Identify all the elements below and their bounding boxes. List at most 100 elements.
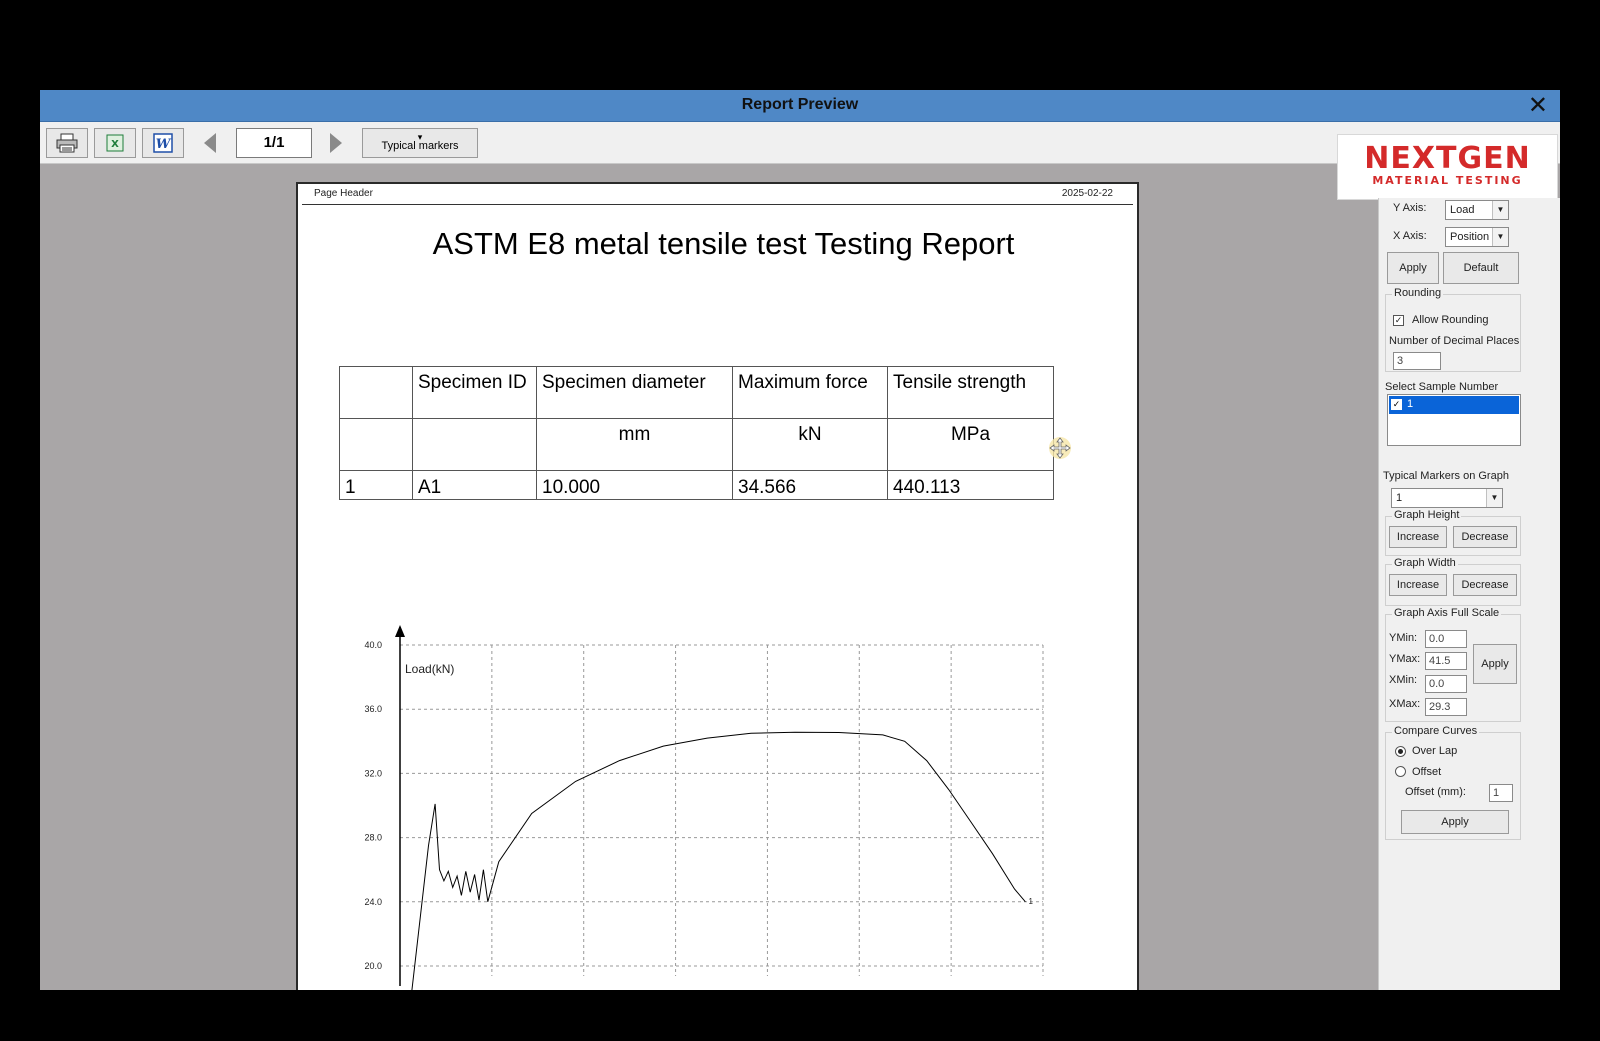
default-button[interactable]: Default	[1443, 252, 1519, 284]
compare-curves-legend: Compare Curves	[1392, 725, 1480, 737]
apply-scale-button[interactable]: Apply	[1473, 644, 1517, 684]
apply-axis-button[interactable]: Apply	[1387, 252, 1439, 284]
offset-radio[interactable]	[1395, 766, 1406, 777]
typical-markers-select[interactable]: 1 ▼	[1391, 488, 1503, 508]
settings-panel: Y Axis: Load ▼ X Axis: Position ▼ Apply …	[1378, 198, 1560, 990]
report-page: Page Header 2025-02-22 ASTM E8 metal ten…	[296, 182, 1139, 990]
toolbar: X W 1/1 ▾ Typical markers	[40, 122, 1560, 164]
offset-mm-label: Offset (mm):	[1405, 786, 1466, 798]
graph-height-legend: Graph Height	[1392, 509, 1462, 521]
next-page-button[interactable]	[316, 128, 356, 158]
ymax-label: YMax:	[1389, 653, 1421, 665]
apply-compare-button[interactable]: Apply	[1401, 810, 1509, 834]
y-axis-value: Load	[1450, 204, 1475, 216]
table-header-row: Specimen ID Specimen diameter Maximum fo…	[339, 366, 1054, 419]
typical-markers-value: 1	[1396, 492, 1403, 504]
overlap-radio[interactable]	[1395, 746, 1406, 757]
header-cell: Specimen diameter	[536, 366, 733, 419]
results-table: Specimen ID Specimen diameter Maximum fo…	[339, 366, 1054, 500]
allow-rounding-label: Allow Rounding	[1412, 314, 1489, 326]
report-date: 2025-02-22	[1061, 188, 1113, 199]
table-cell: 1	[339, 470, 413, 500]
y-axis-label: Load(kN)	[405, 662, 454, 676]
select-sample-label: Select Sample Number	[1385, 381, 1499, 393]
report-title: ASTM E8 metal tensile test Testing Repor…	[432, 226, 1015, 261]
curve-end-marker-label: 1	[1028, 897, 1033, 906]
y-axis-label: Y Axis:	[1393, 202, 1427, 214]
header-cell: Tensile strength	[887, 366, 1054, 419]
header-cell: Maximum force	[732, 366, 888, 419]
graph-width-legend: Graph Width	[1392, 557, 1458, 569]
table-cell: 34.566	[732, 470, 888, 500]
xmin-label: XMin:	[1389, 674, 1418, 686]
xmax-input[interactable]: 29.3	[1425, 698, 1467, 716]
sample-listbox[interactable]: ✓ 1	[1387, 394, 1521, 446]
y-tick-label: 28.0	[364, 833, 382, 843]
width-increase-button[interactable]: Increase	[1389, 574, 1447, 596]
xmax-label: XMax:	[1389, 698, 1421, 710]
previous-page-button[interactable]	[190, 128, 230, 158]
width-decrease-button[interactable]: Decrease	[1453, 574, 1517, 596]
sample-item-label: 1	[1407, 398, 1414, 410]
load-position-chart: 40.0 36.0 32.0 28.0 24.0 20.0 Load(kN) 1	[364, 625, 1044, 990]
decimal-places-input[interactable]: 3	[1393, 352, 1441, 370]
arrow-left-icon	[204, 133, 216, 153]
typical-markers-button[interactable]: ▾ Typical markers	[362, 128, 478, 158]
ymin-input[interactable]: 0.0	[1425, 630, 1467, 648]
y-axis-arrow	[395, 625, 405, 637]
sample-list-item[interactable]: ✓ 1	[1389, 396, 1519, 414]
height-increase-button[interactable]: Increase	[1389, 526, 1447, 548]
table-row: 1 A1 10.000 34.566 440.113	[339, 470, 1054, 500]
y-tick-label: 36.0	[364, 704, 382, 714]
header-cell: Specimen ID	[412, 366, 537, 419]
overlap-label: Over Lap	[1412, 745, 1458, 757]
y-tick-label: 24.0	[364, 897, 382, 907]
window-title: Report Preview	[741, 96, 859, 113]
report-preview-window: Report Preview ✕ X W 1/1 ▾ Typical marke…	[40, 90, 1560, 990]
x-axis-value: Position	[1450, 231, 1490, 243]
height-decrease-button[interactable]: Decrease	[1453, 526, 1517, 548]
unit-cell: kN	[732, 418, 888, 471]
dropdown-arrow-icon: ▼	[1492, 228, 1508, 246]
table-units-row: mm kN MPa	[339, 418, 1054, 471]
header-cell	[339, 366, 413, 419]
ymax-input[interactable]: 41.5	[1425, 652, 1467, 670]
logo-line2: MATERIAL TESTING	[1372, 174, 1523, 187]
export-excel-button[interactable]: X	[94, 128, 136, 158]
unit-cell: mm	[536, 418, 733, 471]
svg-text:X: X	[111, 139, 119, 150]
arrow-right-icon	[330, 133, 342, 153]
print-button[interactable]	[46, 128, 88, 158]
export-word-button[interactable]: W	[142, 128, 184, 158]
y-tick-label: 20.0	[364, 961, 382, 971]
page-header: Page Header	[314, 188, 373, 199]
unit-cell	[339, 418, 413, 471]
y-tick-label: 32.0	[364, 768, 382, 778]
table-cell: 10.000	[536, 470, 733, 500]
word-icon: W	[153, 133, 173, 153]
allow-rounding-checkbox[interactable]: ✓	[1393, 315, 1404, 326]
logo-line1: NEXTGEN	[1364, 141, 1531, 176]
table-cell: 440.113	[887, 470, 1054, 500]
title-bar: Report Preview ✕	[40, 90, 1560, 122]
unit-cell: MPa	[887, 418, 1054, 471]
offset-mm-input[interactable]: 1	[1489, 784, 1513, 802]
y-tick-label: 40.0	[364, 640, 382, 650]
dropdown-arrow-icon: ▼	[1486, 489, 1502, 507]
y-axis-select[interactable]: Load ▼	[1445, 200, 1509, 220]
page-indicator: 1/1	[236, 128, 312, 158]
sample-checkbox[interactable]: ✓	[1391, 399, 1402, 410]
xmin-input[interactable]: 0.0	[1425, 675, 1467, 693]
typical-markers-label: Typical markers	[381, 140, 459, 152]
x-axis-label: X Axis:	[1393, 230, 1427, 242]
unit-cell	[412, 418, 537, 471]
offset-label: Offset	[1412, 766, 1442, 778]
dropdown-arrow-icon: ▼	[1492, 201, 1508, 219]
load-curve	[411, 731, 1026, 990]
x-axis-select[interactable]: Position ▼	[1445, 227, 1509, 247]
excel-icon: X	[106, 134, 124, 152]
close-icon[interactable]: ✕	[1528, 92, 1548, 120]
ymin-label: YMin:	[1389, 632, 1418, 644]
rounding-legend: Rounding	[1392, 287, 1444, 299]
decimal-places-label: Number of Decimal Places	[1389, 335, 1520, 347]
